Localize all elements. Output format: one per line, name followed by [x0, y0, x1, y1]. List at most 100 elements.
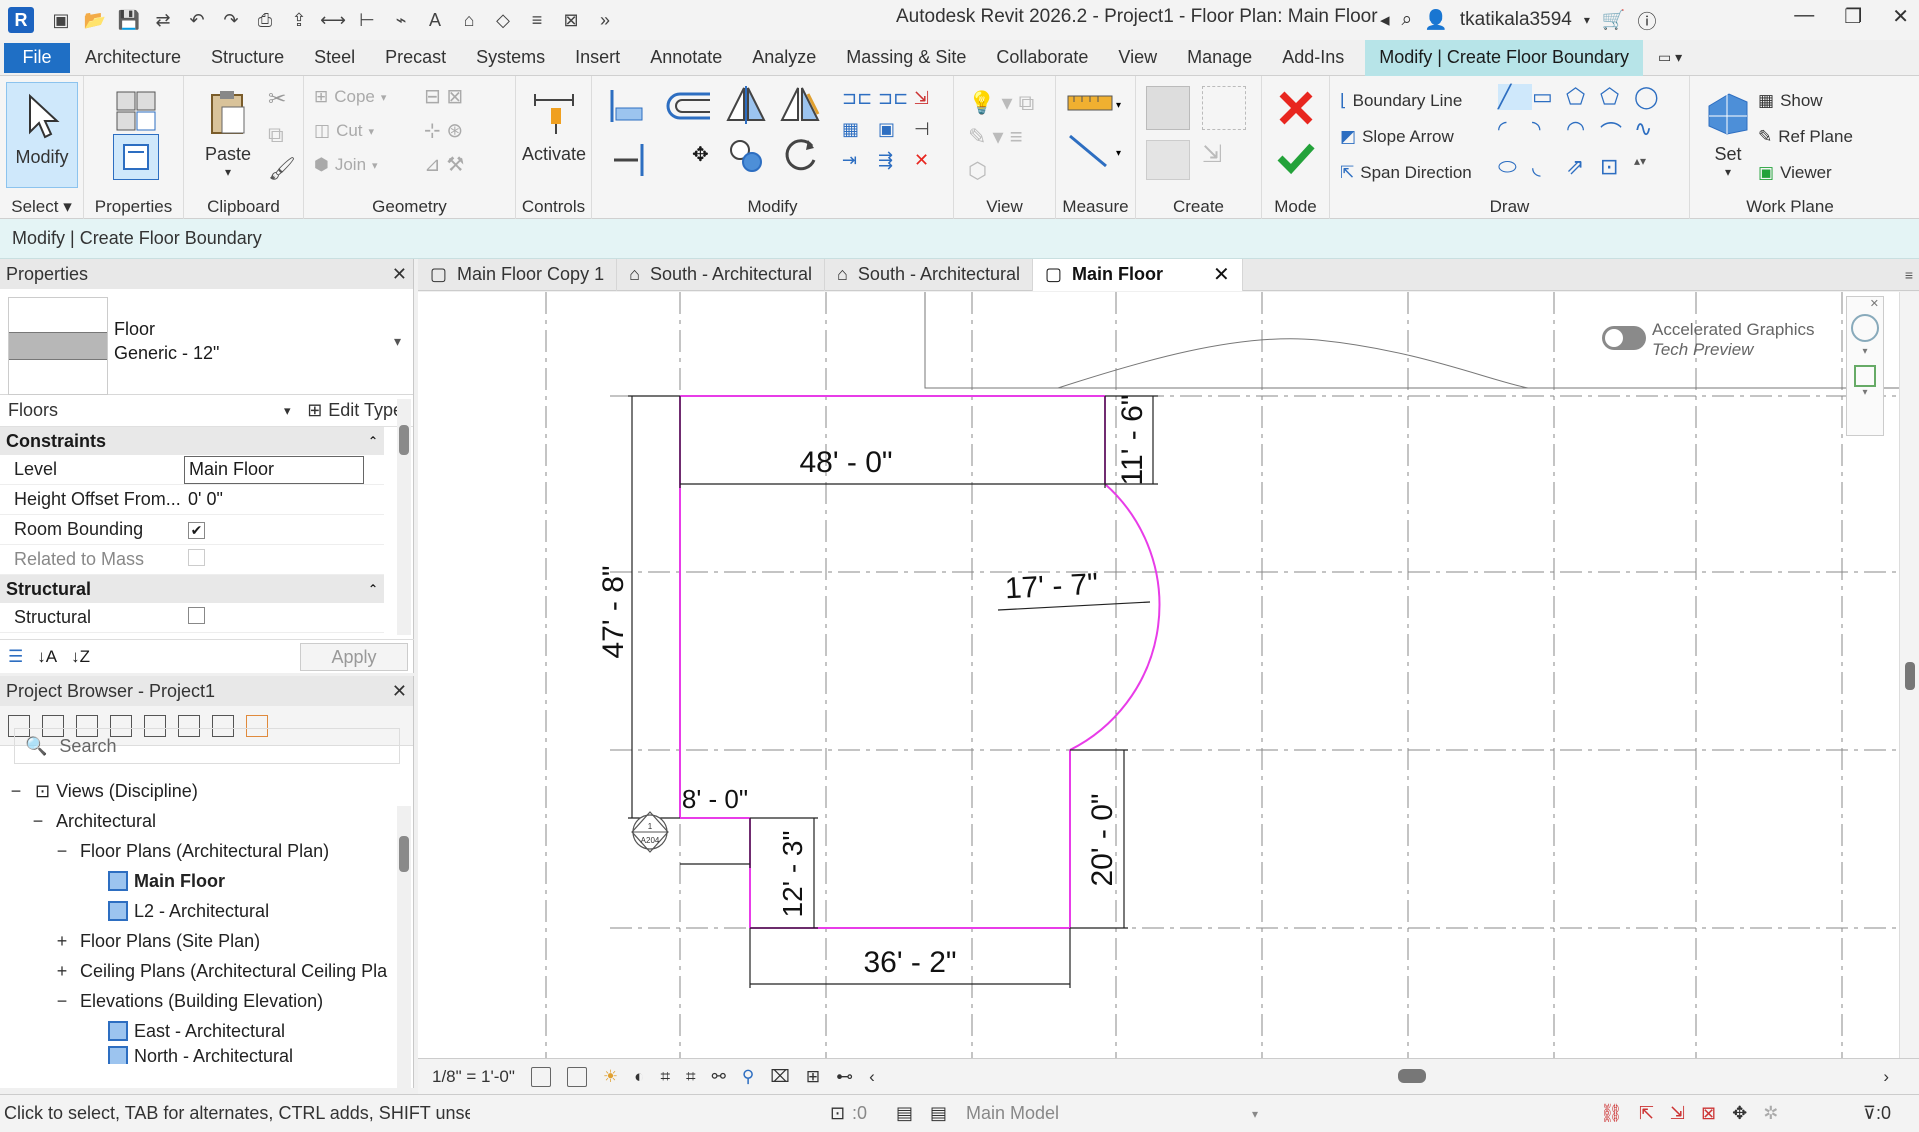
tab-analyze[interactable]: Analyze [737, 40, 831, 76]
apply-button[interactable]: Apply [300, 643, 408, 671]
structural-checkbox[interactable] [188, 606, 205, 624]
paste-button[interactable]: Paste ▾ [198, 86, 258, 179]
join-button[interactable]: ⬢ Join ▾ [314, 150, 378, 180]
center-ends-arc-icon[interactable]: ◝ [1532, 116, 1566, 148]
more-icon[interactable]: » [592, 7, 618, 33]
cut-icon[interactable]: ✂ [268, 86, 286, 112]
view-tab-main-floor[interactable]: ▢ Main Floor ✕ [1033, 258, 1243, 291]
worksets-icon[interactable]: ⊡ [830, 1103, 845, 1124]
inscribed-polygon-icon[interactable]: ⬠ [1566, 84, 1600, 110]
view-scale[interactable]: 1/8" = 1'-0" [432, 1067, 515, 1087]
create-part-icon[interactable] [1146, 86, 1190, 130]
finish-edit-icon[interactable] [1276, 140, 1316, 176]
group-constraints[interactable]: Constraints ⌃ [0, 427, 384, 455]
user-dropdown-icon[interactable]: ▾ [1584, 13, 1590, 27]
user-icon[interactable]: 👤 [1424, 8, 1448, 32]
pick-lines-icon[interactable]: ⇗ [1566, 154, 1600, 180]
override-graphics-icon[interactable]: ✎ ▾ ≡ [968, 120, 1034, 154]
span-direction-button[interactable]: ⇱ Span Direction [1340, 158, 1472, 188]
tab-precast[interactable]: Precast [370, 40, 461, 76]
mirror-draw-axis-icon[interactable] [778, 84, 822, 128]
aligned-dimension-icon[interactable]: ▾ [1066, 132, 1126, 172]
dim-notch-width[interactable]: 8' - 0" [682, 784, 748, 814]
hide-in-view-icon[interactable]: 💡 ▾ ⧉ [968, 86, 1034, 120]
export-icon[interactable]: ⇪ [286, 7, 312, 33]
browser-scrollbar[interactable] [397, 806, 411, 1088]
dim-bottom-width[interactable]: 36' - 2" [863, 946, 956, 979]
show-crop-icon[interactable]: ⌗ [686, 1067, 696, 1087]
group-structural[interactable]: Structural ⌃ [0, 575, 384, 603]
view-tab-main-floor-copy-1[interactable]: ▢ Main Floor Copy 1 [418, 258, 618, 291]
dimension-qat-icon[interactable]: ⊢ [354, 7, 380, 33]
scroll-right-icon[interactable]: › [1883, 1067, 1889, 1087]
home-icon[interactable]: ▣ [48, 7, 74, 33]
3d-view-icon[interactable]: ⌂ [456, 7, 482, 33]
partial-ellipse-icon[interactable]: ◟ [1532, 154, 1566, 180]
dim-notch-height[interactable]: 12' - 3" [777, 831, 808, 918]
tree-elevations[interactable]: − Elevations (Building Elevation) [0, 986, 390, 1016]
copy-elements-icon[interactable] [726, 136, 766, 176]
split-gap-icon[interactable]: ⊐⊏ [878, 88, 908, 109]
model-dropdown-icon[interactable]: ▾ [1252, 1107, 1258, 1121]
reveal-hidden-icon[interactable]: ⌧ [770, 1067, 790, 1087]
trim-extend-icon[interactable] [610, 140, 650, 180]
save-icon[interactable]: 💾 [116, 7, 142, 33]
rotate-icon[interactable] [780, 136, 820, 176]
split-face-icon[interactable]: ⊟ ⊠ [424, 84, 463, 109]
minimize-icon[interactable]: — [1794, 4, 1814, 29]
revit-logo-icon[interactable]: R [8, 7, 34, 33]
sort-ascending-icon[interactable]: ↓A [37, 647, 57, 667]
create-similar-icon[interactable]: ⇲ [1202, 140, 1246, 180]
detail-level-icon[interactable] [530, 1066, 551, 1087]
zoom-icon[interactable] [1854, 365, 1876, 387]
thin-lines-icon[interactable]: ≡ [524, 7, 550, 33]
create-group-icon[interactable] [1146, 140, 1190, 180]
tab-massing-site[interactable]: Massing & Site [831, 40, 981, 76]
trim-single-icon[interactable]: ⇥ [842, 150, 872, 171]
background-processes-icon[interactable]: ✲ [1763, 1103, 1778, 1124]
tab-manage[interactable]: Manage [1172, 40, 1267, 76]
sort-descending-icon[interactable]: ↓Z [71, 647, 90, 667]
edit-type-button[interactable]: ⊞ Edit Type [307, 400, 403, 421]
accelerated-graphics-toggle[interactable]: Accelerated Graphics Tech Preview [1602, 320, 1815, 360]
select-pinned-icon[interactable]: ⇲ [1670, 1103, 1685, 1124]
restore-icon[interactable]: ❐ [1844, 4, 1862, 29]
start-end-arc-icon[interactable]: ◜ [1498, 116, 1532, 148]
worksharing-display-icon[interactable]: ⊞ [806, 1067, 820, 1087]
demolish-icon[interactable]: ⊿ ⚒ [424, 152, 464, 177]
select-by-face-icon[interactable]: ⊠ [1701, 1103, 1716, 1124]
drag-on-selection-icon[interactable]: ✥ [1732, 1103, 1747, 1124]
tab-view[interactable]: View [1103, 40, 1172, 76]
canvas-vertical-scrollbar[interactable] [1899, 292, 1919, 1058]
dim-right-lower[interactable]: 20' - 0" [1086, 793, 1119, 886]
drawing-canvas[interactable]: 48' - 0" 11' - 6" 17' - 7" 47' - 8" 8' -… [418, 292, 1919, 1058]
visual-style-icon[interactable] [566, 1066, 587, 1087]
tab-insert[interactable]: Insert [560, 40, 635, 76]
tab-modify-create-floor-boundary[interactable]: Modify | Create Floor Boundary [1365, 39, 1644, 76]
ellipse-icon[interactable]: ⬭ [1498, 154, 1532, 180]
tab-architecture[interactable]: Architecture [70, 40, 196, 76]
user-name[interactable]: tkatikala3594 [1460, 9, 1572, 31]
close-tab-icon[interactable]: ✕ [1213, 262, 1230, 287]
split-element-icon[interactable]: ⊐⊏ [842, 88, 872, 109]
browser-close-icon[interactable]: ✕ [392, 681, 407, 702]
print-icon[interactable]: ⎙ [252, 7, 278, 33]
active-model[interactable]: Main Model [966, 1103, 1059, 1124]
redo-icon[interactable]: ↷ [218, 7, 244, 33]
crop-view-icon[interactable]: ⌗ [660, 1067, 670, 1087]
tab-add-ins[interactable]: Add-Ins [1267, 40, 1359, 76]
design-options-icon[interactable]: ▤ [896, 1103, 913, 1124]
select-underlay-icon[interactable]: ⇱ [1639, 1103, 1654, 1124]
sync-icon[interactable]: ⇄ [150, 7, 176, 33]
tree-architectural[interactable]: − Architectural [0, 806, 390, 836]
linework-icon[interactable]: ⬡ [968, 154, 1034, 188]
toggle-switch[interactable] [1602, 326, 1646, 350]
fillet-arc-icon[interactable]: ⌒ [1600, 116, 1634, 148]
set-work-plane-button[interactable]: Set ▾ [1700, 86, 1756, 179]
room-bounding-checkbox[interactable]: ✔ [188, 522, 205, 539]
select-links-icon[interactable]: ⛓ [1600, 1103, 1623, 1124]
properties-close-icon[interactable]: ✕ [392, 264, 407, 285]
help-icon[interactable]: ⓘ [1638, 7, 1657, 34]
tree-views-discipline[interactable]: − ⊡ Views (Discipline) [0, 776, 390, 806]
model-selector-icon[interactable]: ▤ [930, 1103, 947, 1124]
